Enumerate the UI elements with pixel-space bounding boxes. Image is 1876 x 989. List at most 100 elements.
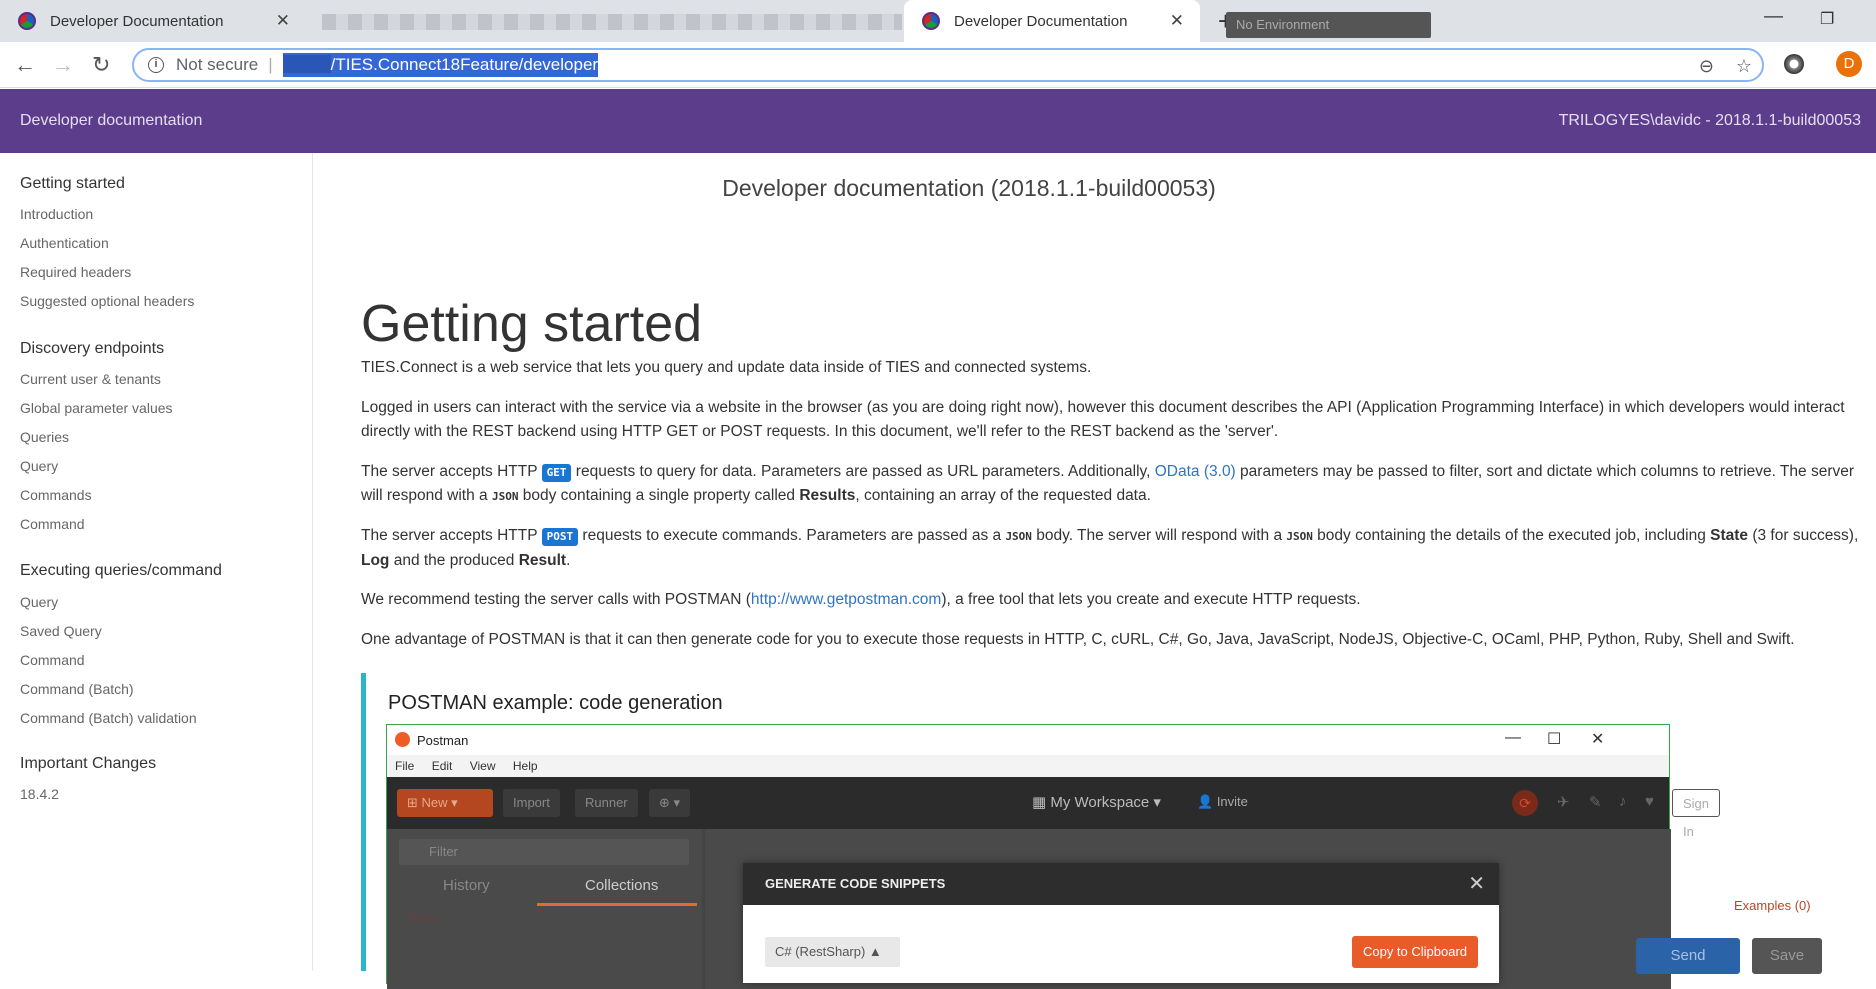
pm-invite-button: 👤 Invite bbox=[1197, 794, 1248, 809]
blurred-tabs bbox=[322, 14, 902, 30]
text: requests to query for data. Parameters a… bbox=[571, 463, 1155, 480]
url-input[interactable]: i Not secure | /TIES.Connect18Feature/de… bbox=[132, 48, 1764, 82]
doc-title: Developer documentation (2018.1.1-build0… bbox=[722, 175, 1216, 201]
pm-trash: Trash bbox=[407, 911, 438, 925]
sidebar-item-required-headers[interactable]: Required headers bbox=[20, 264, 131, 280]
pm-bell-icon: ♪ bbox=[1619, 793, 1627, 810]
sidebar-item-saved-query[interactable]: Saved Query bbox=[20, 623, 102, 639]
pm-save-button: Save bbox=[1752, 938, 1822, 974]
modal-title: GENERATE CODE SNIPPETS bbox=[765, 876, 946, 891]
sidebar-section-title[interactable]: Getting started bbox=[20, 175, 125, 193]
sidebar-item-query[interactable]: Query bbox=[20, 458, 58, 474]
sidebar-item-commands[interactable]: Commands bbox=[20, 487, 92, 503]
sidebar-item-global-params[interactable]: Global parameter values bbox=[20, 400, 173, 416]
pm-send-button: Send bbox=[1636, 938, 1740, 974]
browser-tab-active[interactable]: Developer Documentation ✕ bbox=[904, 0, 1200, 42]
app-title[interactable]: Developer documentation bbox=[20, 112, 202, 130]
restore-icon[interactable]: ❐ bbox=[1820, 9, 1834, 29]
paragraph-post: The server accepts HTTP POST requests to… bbox=[361, 524, 1861, 573]
sidebar-item-introduction[interactable]: Introduction bbox=[20, 206, 93, 222]
pm-environment-select: No Environment bbox=[1226, 12, 1431, 38]
sidebar-item-command-batch[interactable]: Command (Batch) bbox=[20, 681, 134, 697]
text: requests to execute commands. Parameters… bbox=[578, 527, 1006, 544]
label: C# (RestSharp) bbox=[775, 944, 866, 959]
pm-tab-underline bbox=[537, 903, 697, 906]
back-icon[interactable]: ← bbox=[14, 52, 36, 78]
postman-titlebar: Postman — ☐ ✕ bbox=[387, 725, 1669, 755]
close-tab-icon[interactable]: ✕ bbox=[276, 11, 290, 31]
odata-link[interactable]: OData (3.0) bbox=[1155, 463, 1236, 480]
postman-menu: File Edit View Help bbox=[387, 755, 1669, 777]
json-code: JSON bbox=[1286, 530, 1313, 543]
sidebar-item-exec-command[interactable]: Command bbox=[20, 652, 85, 668]
result-term: Result bbox=[518, 552, 567, 569]
browser-tab[interactable]: Developer Documentation ✕ bbox=[0, 0, 306, 42]
pm-minimize-icon: — bbox=[1505, 729, 1521, 746]
state-term: State bbox=[1710, 527, 1749, 544]
pm-sidebar: Filter History Collections Trash bbox=[387, 829, 702, 989]
sidebar-item-queries[interactable]: Queries bbox=[20, 429, 69, 445]
sidebar-item-18-4-2[interactable]: 18.4.2 bbox=[20, 786, 59, 802]
pm-maximize-icon: ☐ bbox=[1547, 731, 1562, 748]
pm-close-icon: ✕ bbox=[1591, 731, 1605, 748]
close-tab-icon[interactable]: ✕ bbox=[1170, 11, 1184, 31]
modal-language-select: C# (RestSharp) ▲ bbox=[765, 937, 900, 967]
generate-code-modal: GENERATE CODE SNIPPETS ✕ C# (RestSharp) … bbox=[743, 863, 1499, 983]
pm-heart-icon: ♥ bbox=[1645, 793, 1654, 810]
tab-title: Developer Documentation bbox=[50, 12, 224, 30]
pm-workspace-selector: ▦ My Workspace ▾ bbox=[1032, 794, 1161, 811]
sidebar-item-command-batch-validation[interactable]: Command (Batch) validation bbox=[20, 710, 197, 726]
paragraph-intro: TIES.Connect is a web service that lets … bbox=[361, 359, 1092, 376]
pm-filter-input: Filter bbox=[399, 839, 689, 865]
sidebar-item-command[interactable]: Command bbox=[20, 516, 85, 532]
paragraph-postman: We recommend testing the server calls wi… bbox=[361, 588, 1861, 612]
postman-link[interactable]: http://www.getpostman.com bbox=[751, 591, 941, 608]
text: . bbox=[566, 552, 571, 569]
sidebar-item-authentication[interactable]: Authentication bbox=[20, 235, 109, 251]
pm-menu-view: View bbox=[469, 759, 496, 773]
forward-icon[interactable]: → bbox=[52, 52, 74, 78]
sidebar-item-current-user[interactable]: Current user & tenants bbox=[20, 371, 161, 387]
modal-header: GENERATE CODE SNIPPETS ✕ bbox=[743, 863, 1499, 905]
site-favicon-icon bbox=[18, 12, 36, 30]
tab-title: Developer Documentation bbox=[954, 12, 1128, 30]
bookmark-star-icon[interactable]: ☆ bbox=[1736, 56, 1752, 77]
profile-avatar[interactable]: D bbox=[1836, 51, 1862, 77]
label: New bbox=[421, 795, 448, 810]
url-path: /TIES.Connect18Feature/developer bbox=[330, 55, 599, 74]
pm-menu-help: Help bbox=[512, 759, 538, 773]
extension-icon[interactable] bbox=[1784, 54, 1804, 74]
modal-close-icon: ✕ bbox=[1468, 873, 1485, 895]
redacted-host bbox=[282, 55, 331, 73]
postman-toolbar: ⊞ New ▾ Import Runner ⊕ ▾ ▦ My Workspace… bbox=[387, 777, 1721, 839]
text: (3 for success), bbox=[1748, 527, 1859, 544]
pm-tab-history: History bbox=[443, 877, 490, 894]
pm-wrench-icon: ✎ bbox=[1589, 794, 1602, 811]
info-icon[interactable]: i bbox=[148, 57, 164, 73]
sidebar-item-optional-headers[interactable]: Suggested optional headers bbox=[20, 293, 194, 309]
app-header: Developer documentation TRILOGYES\davidc… bbox=[0, 89, 1876, 153]
text: body. The server will respond with a bbox=[1031, 527, 1287, 544]
paragraph-codegen: One advantage of POSTMAN is that it can … bbox=[361, 631, 1795, 648]
sidebar-section-title[interactable]: Executing queries/command bbox=[20, 562, 222, 580]
address-toolbar: ← → ↻ i Not secure | /TIES.Connect18Feat… bbox=[0, 42, 1876, 88]
url-separator: | bbox=[268, 55, 273, 74]
sidebar-section-title[interactable]: Important Changes bbox=[20, 755, 156, 773]
pm-import-button: Import bbox=[503, 789, 560, 817]
sidebar-section-title[interactable]: Discovery endpoints bbox=[20, 340, 164, 358]
pm-tab-collections: Collections bbox=[585, 877, 659, 894]
text: body containing a single property called bbox=[518, 487, 800, 504]
postman-logo-icon bbox=[395, 732, 410, 747]
url-selected-text[interactable]: /TIES.Connect18Feature/developer bbox=[282, 53, 599, 77]
pm-examples-link: Examples (0) bbox=[1734, 898, 1811, 913]
json-code: JSON bbox=[491, 490, 519, 503]
text: ), a free tool that lets you create and … bbox=[941, 591, 1361, 608]
zoom-icon[interactable]: ⊖ bbox=[1699, 56, 1714, 77]
paragraph-get: The server accepts HTTP GET requests to … bbox=[361, 460, 1861, 509]
sidebar-item-exec-query[interactable]: Query bbox=[20, 594, 58, 610]
get-badge: GET bbox=[541, 464, 572, 482]
minimize-icon[interactable]: — bbox=[1764, 6, 1783, 28]
pm-newtab-button: ⊕ ▾ bbox=[649, 789, 691, 817]
paragraph-users: Logged in users can interact with the se… bbox=[361, 399, 1845, 440]
reload-icon[interactable]: ↻ bbox=[92, 52, 110, 78]
